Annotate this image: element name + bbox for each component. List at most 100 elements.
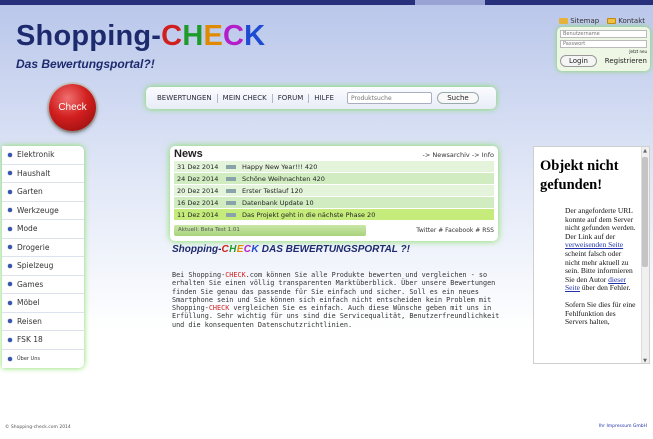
logo-prefix: Shopping-: [16, 20, 162, 52]
password-field[interactable]: [560, 40, 647, 48]
search-button[interactable]: Suche: [436, 92, 479, 104]
page-heading: Shopping-CHECK DAS BEWERTUNGSPORTAL ?!: [172, 244, 410, 255]
top-links: Sitemap Kontakt: [559, 17, 645, 25]
sidebar-item-label: Drogerie: [17, 242, 50, 252]
bullet-icon: [8, 245, 12, 250]
sidebar-item-label: Games: [17, 279, 44, 289]
kontakt-link[interactable]: Kontakt: [607, 17, 645, 25]
sidebar-item-garten[interactable]: Garten: [2, 183, 84, 202]
sidebar-item-ueber-uns[interactable]: Über Uns: [2, 350, 84, 369]
main-nav: BEWERTUNGEN MEIN CHECK FORUM HILFE Suche: [146, 87, 496, 109]
sidebar-item-moebel[interactable]: Möbel: [2, 294, 84, 313]
nav-item-forum[interactable]: FORUM: [273, 93, 310, 103]
bullet-icon: [8, 263, 12, 268]
logo-letter-c: C: [161, 20, 183, 52]
sidebar-item-label: Haushalt: [17, 168, 51, 178]
heading-letter-c: C: [221, 244, 230, 255]
error-message: Der angeforderte URL konnte auf dem Serv…: [534, 195, 649, 327]
sidebar-item-label: Möbel: [17, 298, 40, 308]
sidebar-item-drogerie[interactable]: Drogerie: [2, 239, 84, 257]
scrollbar[interactable]: ▲ ▼: [641, 147, 649, 363]
sidebar-item-games[interactable]: Games: [2, 276, 84, 294]
bullet-icon: [8, 300, 12, 305]
sitemap-link[interactable]: Sitemap: [559, 17, 599, 25]
news-links[interactable]: -> Newsarchiv -> Info: [422, 151, 494, 159]
sidebar-item-elektronik[interactable]: Elektronik: [2, 146, 84, 165]
social-links[interactable]: Twitter # Facebook # RSS: [416, 227, 494, 234]
news-row[interactable]: 20 Dez 2014 Erster Testlauf 120: [174, 185, 494, 196]
sidebar-item-label: Elektronik: [17, 150, 55, 160]
news-tag-icon: [226, 176, 236, 181]
news-date: 24 Dez 2014: [177, 174, 219, 183]
bullet-icon: [8, 226, 12, 231]
bullet-icon: [8, 337, 12, 342]
sidebar-item-reisen[interactable]: Reisen: [2, 313, 84, 331]
logo-letter-k: K: [244, 20, 266, 52]
sidebar-item-label: Über Uns: [17, 355, 40, 362]
impressum-link[interactable]: Ihr Impressum GmbH: [599, 424, 647, 429]
nav-item-bewertungen[interactable]: BEWERTUNGEN: [152, 93, 218, 103]
scrollbar-thumb[interactable]: [642, 157, 648, 267]
news-tag-icon: [226, 212, 236, 217]
username-field[interactable]: [560, 30, 647, 38]
intro-check: CHECK: [225, 271, 246, 279]
tagline: Das Bewertungsportal?!: [16, 57, 155, 71]
nav-item-mein-check[interactable]: MEIN CHECK: [218, 93, 273, 103]
news-tag-icon: [226, 164, 236, 169]
intro-check: CHECK: [208, 304, 230, 313]
scroll-down-icon[interactable]: ▼: [642, 358, 648, 363]
top-bar-highlight: [415, 0, 485, 5]
sitemap-icon: [559, 18, 569, 24]
sidebar-item-haushalt[interactable]: Haushalt: [2, 165, 84, 183]
news-row[interactable]: 16 Dez 2014 Datenbank Update 10: [174, 197, 494, 208]
news-row[interactable]: 31 Dez 2014 Happy New Year!!! 420: [174, 161, 494, 172]
news-box: News -> Newsarchiv -> Info 31 Dez 2014 Ha…: [170, 146, 498, 241]
sidebar-item-fsk18[interactable]: FSK 18: [2, 331, 84, 350]
bullet-icon: [8, 356, 12, 361]
logo-letter-h: H: [182, 20, 204, 52]
category-sidebar: Elektronik Haushalt Garten Werkzeuge Mod…: [2, 146, 84, 368]
heading-letter-k: K: [251, 244, 260, 255]
heading-letter-e: E: [236, 244, 244, 255]
sidebar-item-spielzeug[interactable]: Spielzeug: [2, 257, 84, 276]
news-text: Das Projekt geht in die nächste Phase 20: [242, 210, 376, 219]
sidebar-item-label: Werkzeuge: [17, 205, 59, 215]
bullet-icon: [8, 171, 12, 176]
login-button[interactable]: Login: [560, 55, 597, 67]
news-text: Schöne Weihnachten 420: [242, 174, 325, 183]
intro-part: Bei Shopping-: [172, 271, 226, 279]
check-button[interactable]: Check: [49, 84, 96, 131]
news-list: 31 Dez 2014 Happy New Year!!! 420 24 Dez …: [174, 161, 494, 220]
nav-item-hilfe[interactable]: HILFE: [309, 94, 339, 103]
bullet-icon: [8, 152, 12, 157]
error-iframe[interactable]: Objekt nicht gefunden! Der angeforderte …: [533, 146, 650, 364]
bullet-icon: [8, 189, 12, 194]
bullet-icon: [8, 319, 12, 324]
error-text: Sofern Sie dies für eine Fehlfunktion de…: [565, 299, 636, 327]
scroll-up-icon[interactable]: ▲: [642, 148, 648, 154]
error-text: Der angeforderte URL konnte auf dem Serv…: [565, 206, 636, 241]
site-logo[interactable]: Shopping-CHECK: [16, 20, 265, 53]
logo-letter-e: E: [203, 20, 224, 52]
heading-suffix: DAS BEWERTUNGSPORTAL ?!: [259, 244, 410, 255]
register-link[interactable]: Registrieren: [605, 57, 647, 65]
mail-icon: [607, 18, 617, 24]
sidebar-item-mode[interactable]: Mode: [2, 220, 84, 239]
news-date: 16 Dez 2014: [177, 198, 219, 207]
new-user-hint: Jetzt neu: [629, 49, 647, 54]
intro-text: Bei Shopping-CHECK.com können Sie alle P…: [172, 271, 502, 329]
error-title: Objekt nicht gefunden!: [540, 158, 619, 193]
news-row[interactable]: 11 Dez 2014 Das Projekt geht in die nächs…: [174, 209, 494, 220]
product-search-input[interactable]: [346, 92, 432, 104]
status-bar: Aktuell: Beta Test 1.01: [174, 225, 366, 236]
kontakt-label: Kontakt: [618, 17, 645, 25]
login-box: Jetzt neu Login Registrieren: [557, 27, 650, 71]
news-tag-icon: [226, 200, 236, 205]
heading-letter-h: H: [229, 244, 237, 255]
news-row[interactable]: 24 Dez 2014 Schöne Weihnachten 420: [174, 173, 494, 184]
news-date: 11 Dez 2014: [177, 210, 219, 219]
news-text: Datenbank Update 10: [242, 198, 314, 207]
sidebar-item-werkzeuge[interactable]: Werkzeuge: [2, 202, 84, 220]
sidebar-item-label: Mode: [17, 224, 38, 234]
news-date: 20 Dez 2014: [177, 186, 219, 195]
